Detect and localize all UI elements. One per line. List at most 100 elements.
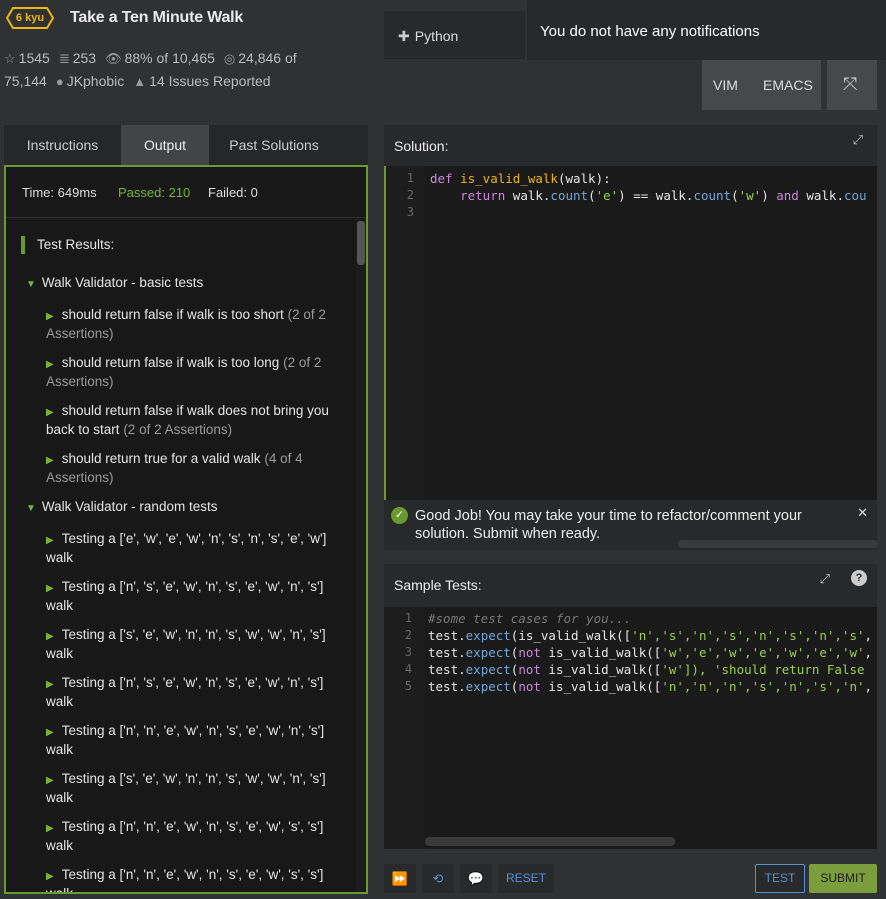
author-stat[interactable]: ● JKphobic [56, 73, 124, 89]
code-text: ) [761, 188, 777, 203]
completed-count: 24,846 [238, 50, 282, 66]
time-label: Time: 649ms [22, 185, 97, 200]
code-text: test. [428, 662, 466, 677]
reset-button[interactable]: RESET [498, 864, 554, 893]
test-item[interactable]: ▶ Testing a ['n', 's', 'e', 'w', 'n', 's'… [46, 578, 346, 614]
notifications-text: You do not have any notifications [540, 23, 760, 40]
line-number: 2 [404, 628, 412, 642]
close-icon[interactable]: ✕ [857, 505, 868, 521]
failed-label: Failed: 0 [208, 185, 258, 200]
test-group[interactable]: ▼ Walk Validator - random tests [26, 499, 217, 514]
code-method: expect [465, 628, 511, 643]
code-string: 'w' [661, 662, 684, 677]
test-name: Testing a ['n', 's', 'e', 'w', 'n', 's',… [46, 675, 324, 709]
solution-header: Solution: ⤢ [384, 125, 877, 166]
fullscreen-button[interactable]: ⤧ [827, 60, 877, 110]
play-triangle-icon: ▶ [46, 727, 54, 738]
code-text: test. [428, 628, 466, 643]
test-item[interactable]: ▶ Testing a ['n', 's', 'e', 'w', 'n', 's'… [46, 674, 346, 710]
tab-past-solutions[interactable]: Past Solutions [209, 125, 339, 165]
sample-tests-header: Sample Tests: ⤢ ? [384, 564, 877, 607]
code-text: walk. [798, 188, 844, 203]
code-text: is_valid_walk([ [540, 645, 662, 660]
code-keyword: return [460, 188, 506, 203]
sample-tests-title: Sample Tests: [394, 577, 482, 593]
test-item[interactable]: ▶ Testing a ['s', 'e', 'w', 'n', 'n', 's'… [46, 770, 346, 806]
test-item[interactable]: ▶ should return true for a valid walk (4 … [46, 450, 346, 486]
language-name: Python [414, 28, 459, 44]
code-string: 'n','n','n','s','n','s','n' [661, 679, 865, 694]
code-line: test.expect(is_valid_walk(['n','s','n','… [428, 627, 872, 644]
completed-total: 75,144 [4, 73, 47, 89]
code-text: test. [428, 679, 466, 694]
emacs-button[interactable]: EMACS [763, 77, 813, 93]
code-method: expect [465, 662, 511, 677]
test-button[interactable]: TEST [755, 864, 805, 893]
code-text: , [864, 628, 873, 643]
test-item[interactable]: ▶ Testing a ['s', 'e', 'w', 'n', 'n', 's'… [46, 626, 346, 662]
play-triangle-icon: ▶ [46, 823, 54, 834]
refresh-button[interactable]: ⟲ [422, 864, 454, 893]
test-name: Testing a ['n', 'n', 'e', 'w', 'n', 's',… [46, 867, 324, 894]
stack-icon: ≣ [58, 51, 70, 66]
vim-button[interactable]: VIM [713, 77, 738, 93]
play-triangle-icon: ▶ [46, 631, 54, 642]
collections-stat[interactable]: ≣ 253 [59, 50, 96, 66]
issues-stat[interactable]: ▲ 14 Issues Reported [133, 73, 270, 89]
skip-button[interactable]: ⏩ [384, 864, 416, 893]
language-select[interactable]: ✚ Python [384, 11, 525, 59]
tab-output[interactable]: Output [121, 125, 209, 165]
help-icon[interactable]: ? [851, 570, 867, 586]
test-item[interactable]: ▶ Testing a ['n', 'n', 'e', 'w', 'n', 's'… [46, 818, 346, 854]
stars-stat[interactable]: ☆ 1545 [4, 50, 50, 66]
language-label: ✚ Python [398, 28, 458, 45]
code-text: is_valid_walk([ [518, 628, 632, 643]
test-results: Test Results: ▼ Walk Validator - basic te… [6, 218, 354, 894]
output-scrollbar[interactable] [356, 219, 366, 892]
tab-instructions[interactable]: Instructions [4, 125, 121, 165]
play-triangle-icon: ▶ [46, 359, 54, 370]
submit-button[interactable]: SUBMIT [809, 864, 877, 893]
test-item[interactable]: ▶ Testing a ['n', 'n', 'e', 'w', 'n', 's'… [46, 722, 346, 758]
test-name: should return false if walk is too long [61, 355, 280, 370]
solution-editor[interactable]: 1 2 3 def is_valid_walk(walk): return wa… [384, 166, 877, 500]
expand-icon[interactable]: ⤢ [820, 571, 830, 587]
group-title: Walk Validator - basic tests [41, 275, 204, 290]
code-keyword: and [776, 188, 799, 203]
code-line: test.expect(not is_valid_walk(['n','n','… [428, 678, 872, 695]
rank-badge: 6 kyu [6, 7, 54, 29]
horizontal-scrollbar[interactable] [678, 540, 878, 548]
python-icon: ✚ [398, 28, 410, 44]
test-item[interactable]: ▶ should return false if walk is too long… [46, 354, 346, 390]
check-icon: ✓ [391, 507, 408, 524]
kata-stats: ☆ 1545 ≣ 253 👁 88% of 10,465 ◎ 24,846 of 75,144… [4, 47, 344, 93]
code-text: walk. [505, 188, 551, 203]
discuss-button[interactable]: 💬 [460, 864, 492, 893]
code-line: test.expect(not is_valid_walk(['w']), 's… [428, 661, 865, 678]
test-item[interactable]: ▶ Testing a ['e', 'w', 'e', 'w', 'n', 's'… [46, 530, 346, 566]
play-triangle-icon: ▶ [46, 679, 54, 690]
user-icon: ● [55, 74, 64, 89]
code-text: is_valid_walk([ [540, 662, 662, 677]
test-group[interactable]: ▼ Walk Validator - basic tests [26, 275, 203, 290]
code-method: count [550, 188, 589, 203]
test-item[interactable]: ▶ should return false if walk is too shor… [46, 306, 346, 342]
code-string: ]), 'should return False [683, 662, 865, 677]
play-triangle-icon: ▶ [46, 535, 54, 546]
code-comment: #some test cases for you... [428, 611, 632, 626]
sample-tests-editor[interactable]: 1 2 3 4 5 #some test cases for you... te… [384, 607, 877, 849]
line-number: 4 [404, 662, 412, 676]
expand-icon[interactable]: ⤢ [853, 132, 863, 148]
completed-of-label: of [284, 50, 297, 66]
code-keyword: def [430, 171, 453, 186]
test-name: should return true for a valid walk [61, 451, 261, 466]
code-text: (walk): [557, 171, 611, 186]
line-number: 3 [404, 645, 412, 659]
code-keyword: not [518, 645, 541, 660]
test-item[interactable]: ▶ Testing a ['n', 'n', 'e', 'w', 'n', 's'… [46, 866, 346, 894]
output-scroll-thumb[interactable] [357, 221, 365, 265]
play-triangle-icon: ▶ [46, 311, 54, 322]
horizontal-scrollbar[interactable] [425, 837, 675, 846]
test-item[interactable]: ▶ should return false if walk does not br… [46, 402, 346, 438]
